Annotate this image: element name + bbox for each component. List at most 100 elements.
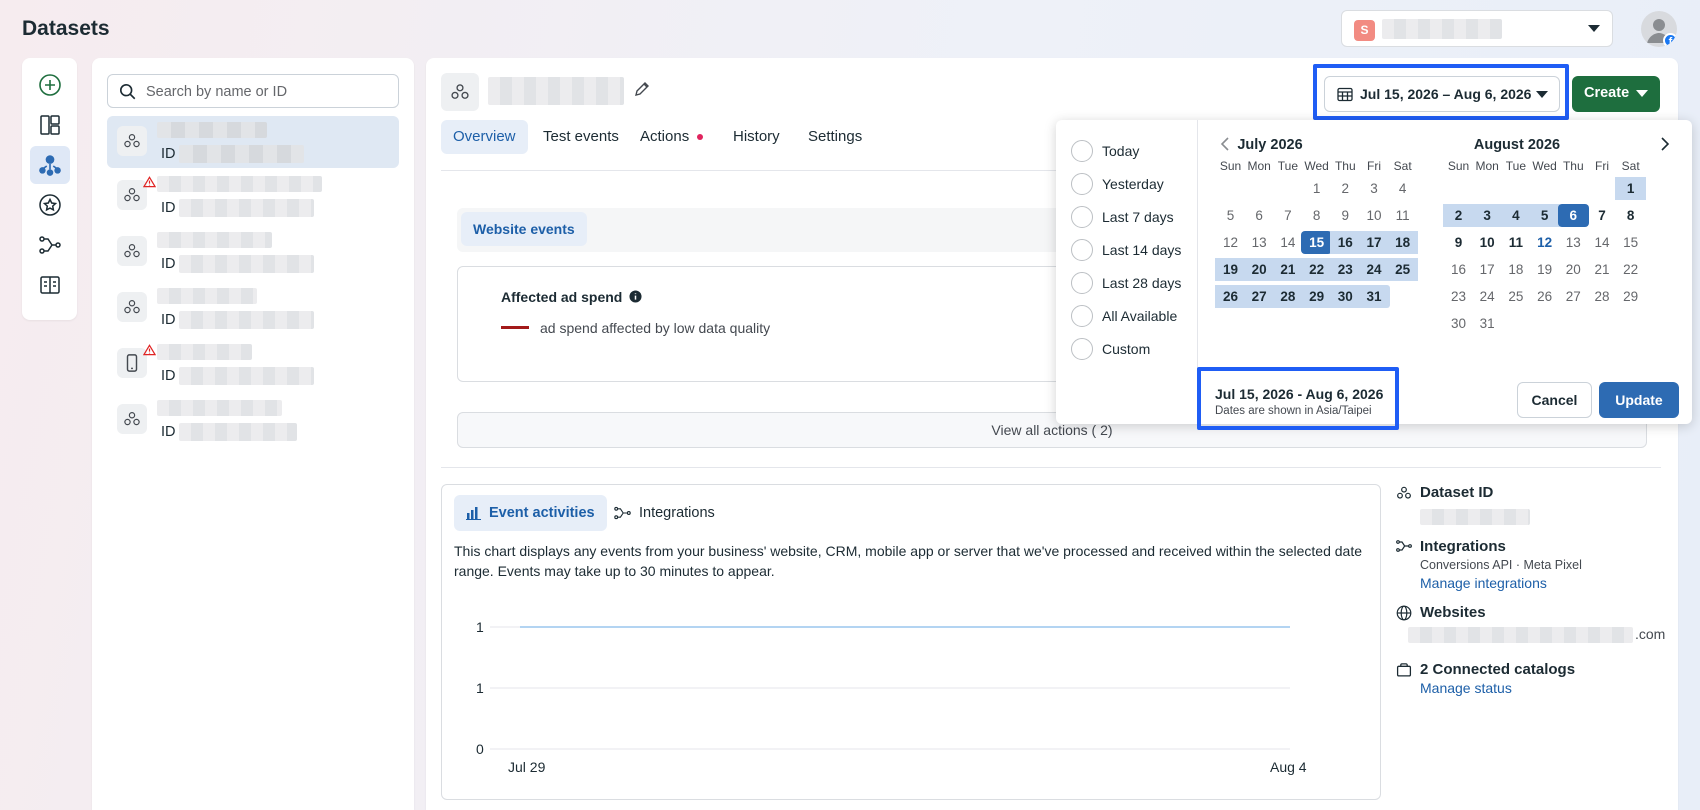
calendar-day[interactable]: 19 <box>1215 258 1246 281</box>
calendar-day[interactable]: 30 <box>1329 285 1361 308</box>
create-button[interactable]: Create <box>1572 76 1660 112</box>
calendar-day[interactable]: 15 <box>1301 231 1333 254</box>
calendar-day[interactable]: 1 <box>1301 177 1332 200</box>
radio-button[interactable] <box>1071 206 1093 228</box>
calendar-day[interactable]: 7 <box>1587 204 1618 227</box>
calendar-day[interactable]: 13 <box>1244 231 1275 254</box>
calendar-day[interactable]: 25 <box>1500 285 1531 308</box>
dataset-list-item[interactable]: ID <box>107 338 399 390</box>
calendar-day[interactable]: 2 <box>1443 204 1474 227</box>
tab-settings[interactable]: Settings <box>796 120 874 154</box>
dashboard-icon[interactable] <box>30 106 70 144</box>
radio-button[interactable] <box>1071 305 1093 327</box>
preset-all-available[interactable]: All Available <box>1071 303 1177 329</box>
calendar-day[interactable]: 17 <box>1358 231 1390 254</box>
dataset-list-item[interactable]: ID <box>107 170 399 222</box>
catalog-icon[interactable] <box>30 266 70 304</box>
calendar-day[interactable]: 6 <box>1557 204 1589 227</box>
calendar-day[interactable]: 31 <box>1472 312 1503 335</box>
subtab-website-events[interactable]: Website events <box>461 212 587 246</box>
calendar-day[interactable]: 5 <box>1215 204 1246 227</box>
calendar-day[interactable]: 3 <box>1359 177 1390 200</box>
cancel-button[interactable]: Cancel <box>1517 382 1592 418</box>
preset-last-14-days[interactable]: Last 14 days <box>1071 237 1181 263</box>
calendar-day[interactable]: 3 <box>1471 204 1503 227</box>
calendar-day[interactable]: 20 <box>1558 258 1589 281</box>
calendar-day[interactable]: 30 <box>1443 312 1474 335</box>
calendar-day[interactable]: 8 <box>1615 204 1646 227</box>
radio-button[interactable] <box>1071 272 1093 294</box>
calendar-day[interactable]: 11 <box>1500 231 1531 254</box>
calendar-day[interactable]: 5 <box>1529 204 1561 227</box>
calendar-day[interactable]: 31 <box>1358 285 1390 308</box>
update-button[interactable]: Update <box>1599 382 1679 418</box>
calendar-day[interactable]: 22 <box>1301 258 1333 281</box>
calendar-day[interactable]: 28 <box>1587 285 1618 308</box>
preset-last-7-days[interactable]: Last 7 days <box>1071 204 1174 230</box>
calendar-day[interactable]: 23 <box>1329 258 1361 281</box>
calendar-day[interactable]: 21 <box>1587 258 1618 281</box>
calendar-day[interactable]: 10 <box>1359 204 1390 227</box>
calendar-day[interactable]: 28 <box>1272 285 1304 308</box>
radio-button[interactable] <box>1071 239 1093 261</box>
calendar-day[interactable]: 15 <box>1615 231 1646 254</box>
calendar-day[interactable]: 27 <box>1243 285 1275 308</box>
calendar-day[interactable]: 12 <box>1215 231 1246 254</box>
calendar-day[interactable]: 2 <box>1330 177 1361 200</box>
manage-integrations-link[interactable]: Manage integrations <box>1420 575 1547 591</box>
calendar-day[interactable]: 6 <box>1244 204 1275 227</box>
tab-test-events[interactable]: Test events <box>531 120 631 154</box>
manage-status-link[interactable]: Manage status <box>1420 680 1512 696</box>
preset-today[interactable]: Today <box>1071 138 1139 164</box>
calendar-day[interactable]: 8 <box>1301 204 1332 227</box>
calendar-day[interactable]: 11 <box>1387 204 1418 227</box>
tab-history[interactable]: History <box>721 120 792 154</box>
tab-overview[interactable]: Overview <box>441 120 528 154</box>
preset-custom[interactable]: Custom <box>1071 336 1150 362</box>
calendar-day[interactable]: 20 <box>1243 258 1275 281</box>
calendar-day[interactable]: 26 <box>1215 285 1246 308</box>
add-icon[interactable] <box>30 66 70 104</box>
calendar-day[interactable]: 16 <box>1329 231 1361 254</box>
calendar-day[interactable]: 25 <box>1387 258 1419 281</box>
calendar-day[interactable]: 9 <box>1443 231 1474 254</box>
radio-button[interactable] <box>1071 173 1093 195</box>
avatar[interactable]: f <box>1641 11 1677 47</box>
calendar-day[interactable]: 4 <box>1387 177 1418 200</box>
tab-actions[interactable]: Actions <box>628 120 715 154</box>
calendar-day[interactable]: 27 <box>1558 285 1589 308</box>
calendar-day[interactable]: 29 <box>1615 285 1646 308</box>
dataset-list-item[interactable]: ID <box>107 282 399 334</box>
dataset-list-item[interactable]: ID <box>107 116 399 168</box>
datasets-icon[interactable] <box>30 146 70 184</box>
calendar-day[interactable]: 13 <box>1558 231 1589 254</box>
calendar-day[interactable]: 24 <box>1472 285 1503 308</box>
edit-icon[interactable] <box>634 81 650 97</box>
account-selector[interactable]: S <box>1341 10 1613 47</box>
calendar-day[interactable]: 1 <box>1615 177 1647 200</box>
calendar-day[interactable]: 14 <box>1272 231 1303 254</box>
star-icon[interactable] <box>30 186 70 224</box>
calendar-day[interactable]: 19 <box>1529 258 1560 281</box>
tab-integrations[interactable]: Integrations <box>602 495 727 531</box>
search-input[interactable]: Search by name or ID <box>107 74 399 108</box>
dataset-list-item[interactable]: ID <box>107 226 399 278</box>
calendar-day[interactable]: 4 <box>1500 204 1532 227</box>
calendar-day[interactable]: 7 <box>1272 204 1303 227</box>
calendar-day[interactable]: 18 <box>1387 231 1419 254</box>
preset-last-28-days[interactable]: Last 28 days <box>1071 270 1181 296</box>
calendar-day[interactable]: 26 <box>1529 285 1560 308</box>
calendar-day[interactable]: 22 <box>1615 258 1646 281</box>
calendar-day[interactable]: 18 <box>1500 258 1531 281</box>
calendar-day[interactable]: 21 <box>1272 258 1304 281</box>
calendar-day[interactable]: 17 <box>1472 258 1503 281</box>
calendar-day[interactable]: 14 <box>1587 231 1618 254</box>
dataset-list-item[interactable]: ID <box>107 394 399 446</box>
calendar-day[interactable]: 10 <box>1472 231 1503 254</box>
calendar-day[interactable]: 23 <box>1443 285 1474 308</box>
chevron-right-icon[interactable] <box>1660 137 1670 151</box>
integrations-icon[interactable] <box>30 226 70 264</box>
calendar-day[interactable]: 9 <box>1330 204 1361 227</box>
tab-event-activities[interactable]: Event activities <box>454 495 607 531</box>
radio-button[interactable] <box>1071 338 1093 360</box>
